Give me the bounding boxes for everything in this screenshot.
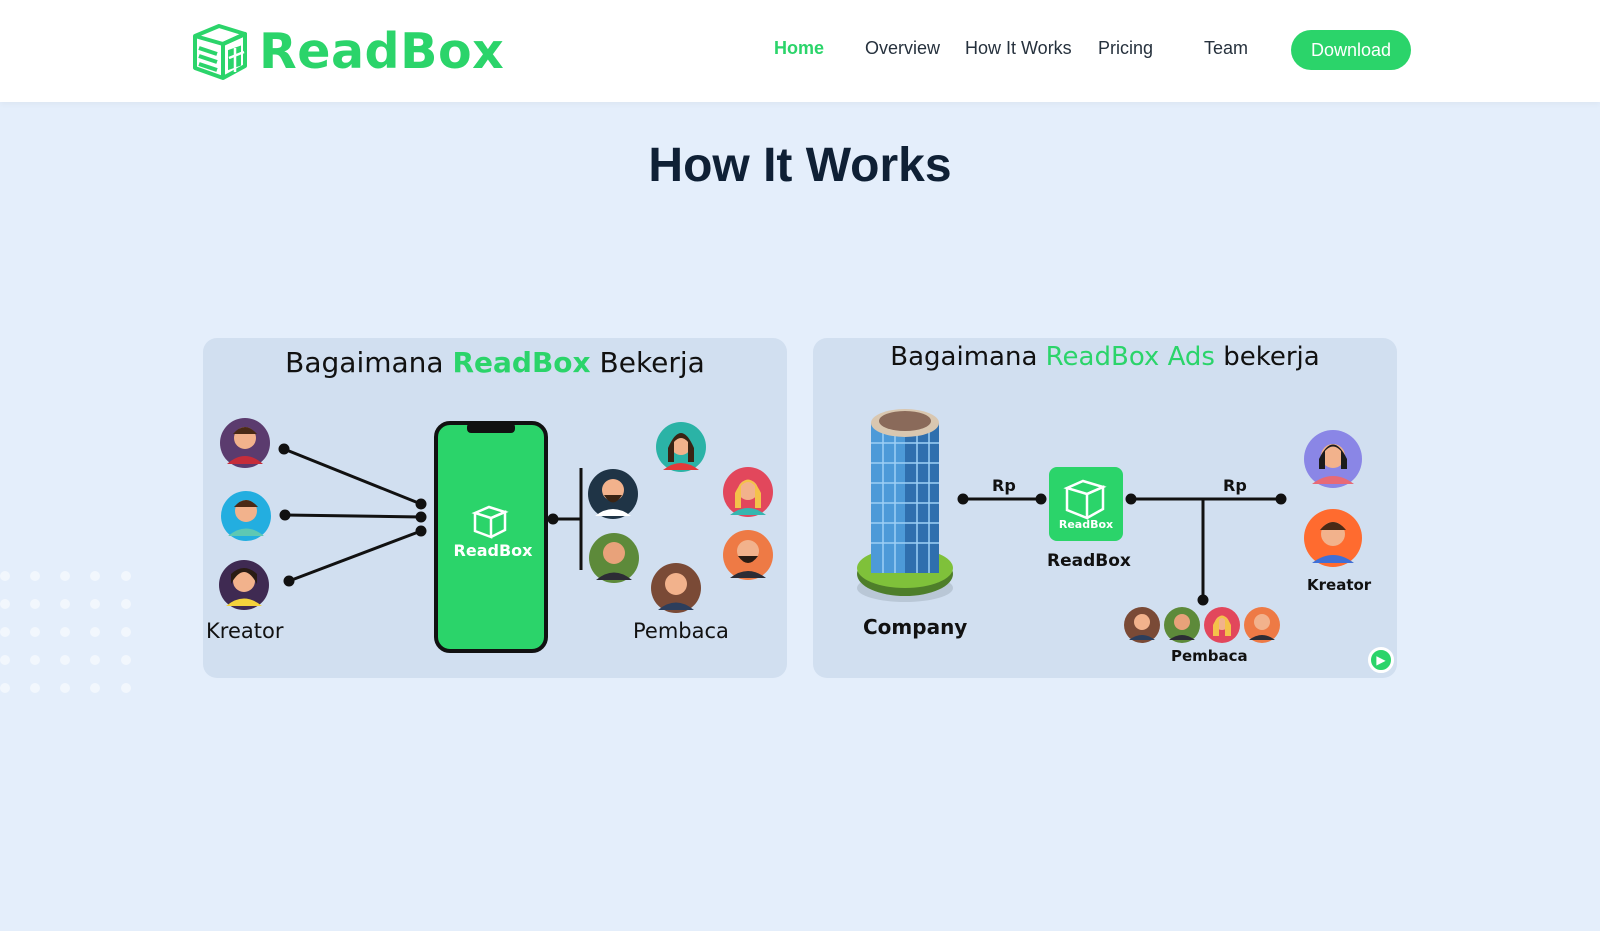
title-prefix: Bagaimana xyxy=(890,342,1038,372)
payment-label-left: Rp xyxy=(992,476,1016,495)
hub-icon-label: ReadBox xyxy=(1058,518,1114,531)
decorative-dots xyxy=(0,571,131,693)
nav-pricing[interactable]: Pricing xyxy=(1098,38,1153,59)
panel-readbox-workflow: Bagaimana ReadBox Bekerja ReadBox Kreato… xyxy=(203,338,787,678)
brand-logo[interactable]: ReadBox xyxy=(189,19,504,83)
panel-left-title: Bagaimana ReadBox Bekerja xyxy=(203,346,787,379)
chat-bubble-icon[interactable]: ▶ xyxy=(1368,647,1394,673)
pembaca-avatar-3 xyxy=(1204,607,1240,643)
kreator-avatar-2 xyxy=(1304,509,1362,567)
title-suffix: Bekerja xyxy=(599,346,705,379)
pembaca-avatar-2 xyxy=(1164,607,1200,643)
reader-avatar-4 xyxy=(723,467,773,517)
reader-avatar-6 xyxy=(651,563,701,613)
panel-right-title: Bagaimana ReadBox Ads bekerja xyxy=(813,342,1397,372)
site-header: ReadBox Home Overview How It Works Prici… xyxy=(0,0,1600,102)
box-book-icon xyxy=(193,24,247,80)
nav-how-it-works[interactable]: How It Works xyxy=(965,38,1072,59)
creator-avatar-3 xyxy=(219,560,269,610)
payment-label-right: Rp xyxy=(1223,476,1247,495)
download-button[interactable]: Download xyxy=(1291,30,1411,70)
creator-label: Kreator xyxy=(1307,576,1372,594)
reader-avatar-5 xyxy=(723,530,773,580)
title-brand: ReadBox Ads xyxy=(1045,342,1215,372)
reader-avatar-3 xyxy=(656,422,706,472)
reader-avatar-2 xyxy=(589,533,639,583)
nav-home[interactable]: Home xyxy=(774,38,824,59)
nav-overview[interactable]: Overview xyxy=(865,38,940,59)
creators-label: Kreator xyxy=(206,619,284,643)
company-label: Company xyxy=(863,615,968,639)
title-prefix: Bagaimana xyxy=(285,346,444,379)
pembaca-avatar-4 xyxy=(1244,607,1280,643)
pembaca-avatar-1 xyxy=(1124,607,1160,643)
reader-avatar-1 xyxy=(588,469,638,519)
title-brand: ReadBox xyxy=(452,346,591,379)
section-title: How It Works xyxy=(648,139,952,192)
creator-avatar-2 xyxy=(221,491,271,541)
hub-label: ReadBox xyxy=(1047,551,1131,571)
creator-avatar-1 xyxy=(220,418,270,468)
kreator-avatar-1 xyxy=(1304,430,1362,488)
nav-team[interactable]: Team xyxy=(1204,38,1248,59)
brand-name: ReadBox xyxy=(259,22,505,80)
title-suffix: bekerja xyxy=(1223,342,1320,372)
company-building-illustration xyxy=(857,409,953,602)
readers-label: Pembaca xyxy=(1171,647,1248,665)
readers-label: Pembaca xyxy=(633,619,729,643)
phone-app-label: ReadBox xyxy=(453,541,533,560)
panel-readbox-ads-workflow: Bagaimana ReadBox Ads bekerja ReadBox Re… xyxy=(813,338,1397,678)
